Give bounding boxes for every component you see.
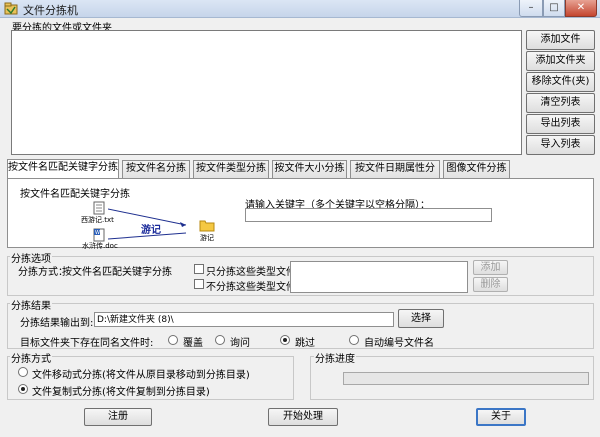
progress-group-label: 分拣进度 <box>314 350 356 365</box>
tab-image[interactable]: 图像文件分拣 <box>443 160 510 178</box>
folder-label: 游记 <box>200 234 214 242</box>
folder-icon <box>199 220 215 232</box>
svg-text:W: W <box>95 230 100 236</box>
app-icon <box>4 2 18 15</box>
tab-filetype[interactable]: 按文件类型分拣 <box>193 160 269 178</box>
ask-label: 询问 <box>230 338 250 349</box>
remove-item-button[interactable]: 移除文件(夹) <box>526 72 595 92</box>
method-value: 按文件名匹配关键字分拣 <box>62 267 172 278</box>
auto-number-label: 自动编号文件名 <box>364 338 434 349</box>
title-bar: 文件分拣机 – □ ✕ <box>0 0 600 18</box>
mode-group-label: 分拣方式 <box>10 350 52 365</box>
tab-filename[interactable]: 按文件名分拣 <box>122 160 190 178</box>
tab-filedate[interactable]: 按文件日期属性分拣 <box>350 160 440 190</box>
tab-filesize[interactable]: 按文件大小分拣 <box>272 160 347 178</box>
only-types-label: 只分拣这些类型文件: <box>206 267 300 278</box>
tab-keyword-match[interactable]: 按文件名匹配关键字分拣 <box>7 159 119 179</box>
output-label: 分拣结果输出到: <box>20 318 94 329</box>
overwrite-label: 覆盖 <box>183 338 203 349</box>
only-types-checkbox[interactable] <box>194 264 204 274</box>
clear-list-button[interactable]: 清空列表 <box>526 93 595 113</box>
window-title: 文件分拣机 <box>23 4 78 17</box>
keyword-illustration: 西游记.txt W 水浒传.doc 游记 游记 <box>78 201 218 250</box>
overwrite-radio[interactable] <box>168 335 178 345</box>
ask-radio[interactable] <box>215 335 225 345</box>
delete-type-button[interactable]: 删除 <box>473 277 508 292</box>
auto-number-radio[interactable] <box>349 335 359 345</box>
add-folder-button[interactable]: 添加文件夹 <box>526 51 595 71</box>
maximize-button[interactable]: □ <box>543 0 565 17</box>
panel-title: 按文件名匹配关键字分拣 <box>20 189 130 200</box>
result-group-label: 分拣结果 <box>10 297 52 312</box>
keyword-sample: 游记 <box>141 225 161 236</box>
export-list-button[interactable]: 导出列表 <box>526 114 595 134</box>
word-file-icon: W <box>93 228 105 242</box>
minimize-button[interactable]: – <box>519 0 543 17</box>
file-types-list[interactable] <box>290 261 468 293</box>
skip-label: 跳过 <box>295 338 315 349</box>
select-output-button[interactable]: 选择 <box>398 309 444 328</box>
exclude-types-checkbox[interactable] <box>194 279 204 289</box>
add-type-button[interactable]: 添加 <box>473 260 508 275</box>
start-button[interactable]: 开始处理 <box>268 408 338 426</box>
skip-radio[interactable] <box>280 335 290 345</box>
move-mode-label: 文件移动式分拣(将文件从原目录移动到分拣目录) <box>32 370 250 381</box>
register-button[interactable]: 注册 <box>84 408 152 426</box>
output-path-input[interactable]: D:\新建文件夹 (8)\ <box>94 312 394 327</box>
progress-bar <box>343 372 589 385</box>
close-button[interactable]: ✕ <box>565 0 597 17</box>
import-list-button[interactable]: 导入列表 <box>526 135 595 155</box>
file2-label: 水浒传.doc <box>82 242 118 250</box>
add-file-button[interactable]: 添加文件 <box>526 30 595 50</box>
exclude-types-label: 不分拣这些类型文件: <box>206 282 300 293</box>
keyword-tab-panel: 按文件名匹配关键字分拣 西游记.txt W 水浒传.doc 游记 游记 请输入关… <box>7 178 594 250</box>
method-label: 分拣方式： <box>18 267 68 278</box>
move-mode-radio[interactable] <box>18 367 28 377</box>
keyword-input[interactable] <box>245 208 492 222</box>
copy-mode-radio[interactable] <box>18 384 28 394</box>
file-list[interactable] <box>11 30 522 155</box>
conflict-label: 目标文件夹下存在同名文件时: <box>20 338 154 349</box>
text-file-icon <box>93 201 105 215</box>
copy-mode-label: 文件复制式分拣(将文件复制到分拣目录) <box>32 387 210 398</box>
about-button[interactable]: 关于 <box>476 408 526 426</box>
